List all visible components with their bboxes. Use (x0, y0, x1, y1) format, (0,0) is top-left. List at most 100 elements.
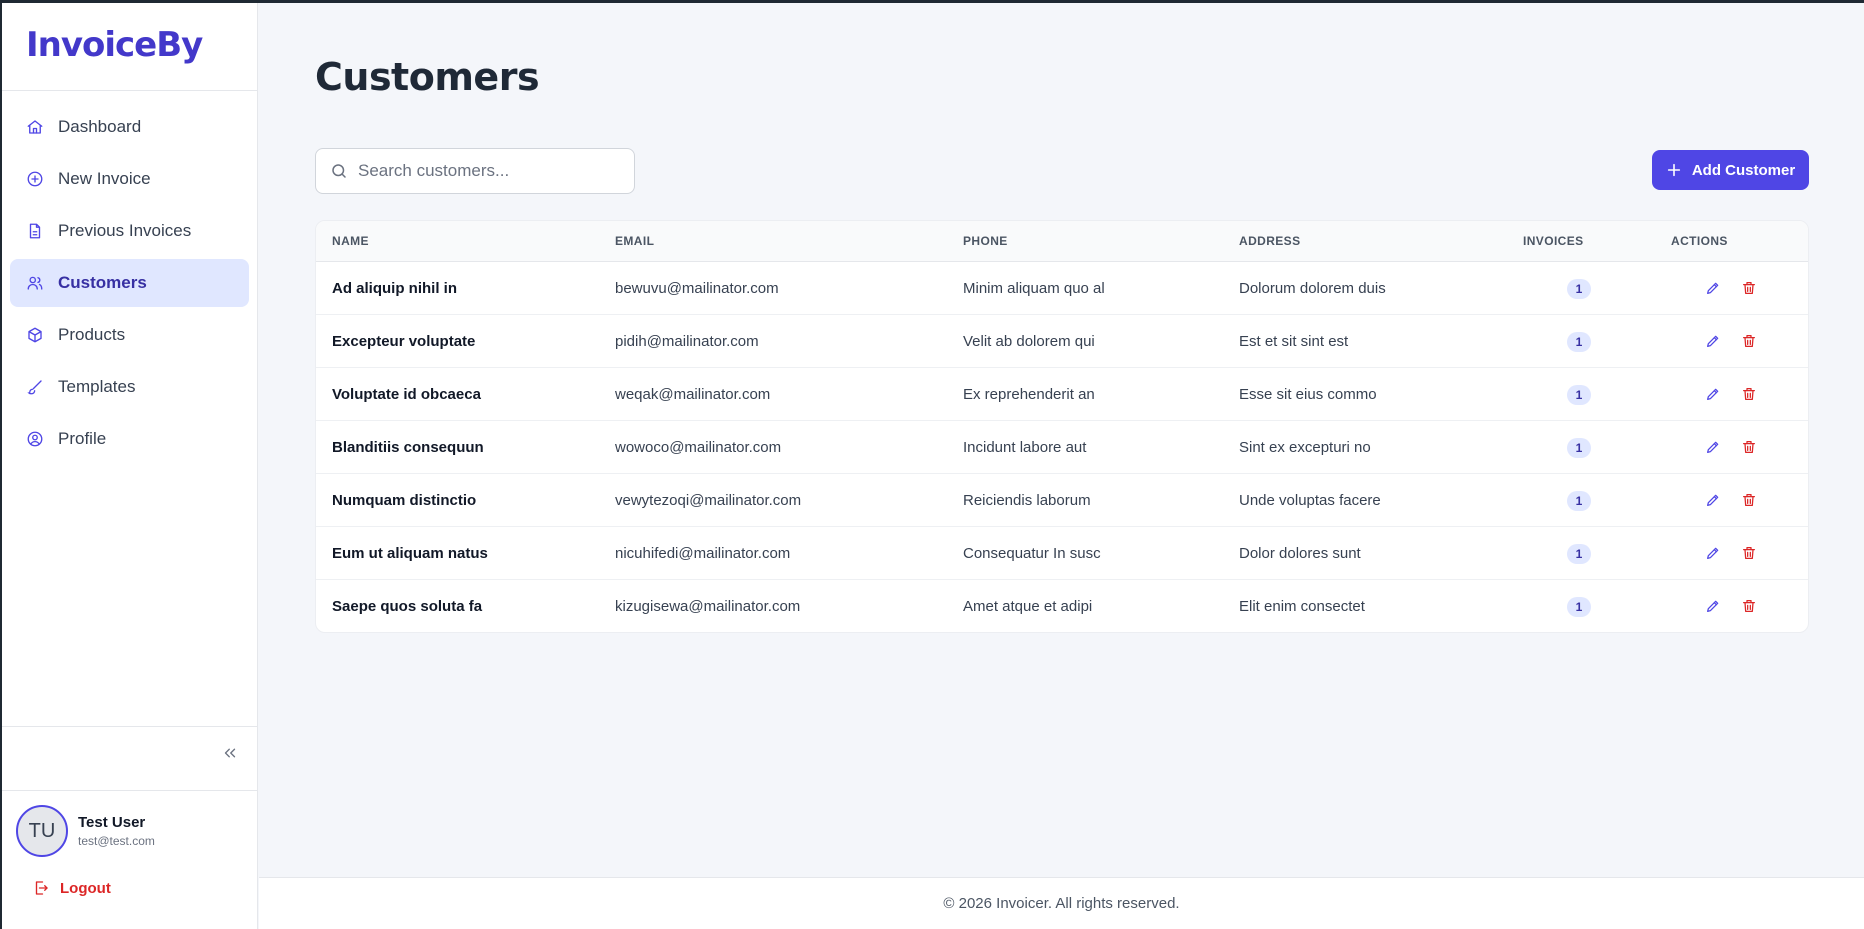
user-email: test@test.com (78, 834, 155, 848)
sidebar-item-templates[interactable]: Templates (10, 363, 249, 411)
brand-header: InvoiceBy (2, 3, 257, 91)
customer-email: vewytezoqi@mailinator.com (615, 492, 802, 509)
column-header-actions: ACTIONS (1671, 234, 1728, 248)
table-row[interactable]: Numquam distinctio vewytezoqi@mailinator.… (316, 474, 1808, 527)
invoice-count-badge: 1 (1567, 544, 1591, 564)
sidebar-item-customers[interactable]: Customers (10, 259, 249, 307)
pencil-icon (1705, 280, 1721, 296)
avatar: TU (16, 805, 68, 857)
trash-icon (1741, 333, 1757, 349)
trash-icon (1741, 280, 1757, 296)
customer-name: Eum ut aliquam natus (332, 545, 488, 562)
delete-button[interactable] (1739, 278, 1759, 298)
sidebar-item-new-invoice[interactable]: New Invoice (10, 155, 249, 203)
delete-button[interactable] (1739, 596, 1759, 616)
invoice-count-badge: 1 (1567, 597, 1591, 617)
main-content: Customers Add Customer NAME EMAIL PHONE … (259, 3, 1864, 877)
pencil-icon (1705, 333, 1721, 349)
sidebar-item-label: Previous Invoices (58, 221, 192, 240)
customer-email: kizugisewa@mailinator.com (615, 598, 801, 615)
customer-phone: Velit ab dolorem qui (963, 333, 1095, 350)
logout-icon (35, 881, 48, 895)
sidebar: InvoiceBy Dashboard New Invoice Previous… (2, 3, 258, 929)
customer-phone: Incidunt labore aut (963, 439, 1087, 456)
footer: © 2026 Invoicer. All rights reserved. (259, 877, 1864, 929)
customer-email: bewuvu@mailinator.com (615, 280, 779, 297)
column-header-name[interactable]: NAME (332, 234, 369, 248)
add-customer-button[interactable]: Add Customer (1652, 150, 1809, 190)
sidebar-item-previous-invoices[interactable]: Previous Invoices (10, 207, 249, 255)
customers-table: NAME EMAIL PHONE ADDRESS INVOICES ACTION… (315, 220, 1809, 633)
customer-address: Dolor dolores sunt (1239, 545, 1361, 562)
customer-email: weqak@mailinator.com (615, 386, 771, 403)
trash-icon (1741, 386, 1757, 402)
table-row[interactable]: Excepteur voluptate pidih@mailinator.com V… (316, 315, 1808, 368)
collapse-sidebar-button[interactable] (218, 741, 242, 765)
pencil-icon (1705, 439, 1721, 455)
customer-email: wowoco@mailinator.com (615, 439, 782, 456)
chevrons-left-icon (224, 748, 236, 758)
column-header-address[interactable]: ADDRESS (1239, 234, 1300, 248)
customer-phone: Reiciendis laborum (963, 492, 1091, 509)
customer-name: Numquam distinctio (332, 492, 477, 509)
sidebar-item-label: New Invoice (58, 169, 151, 188)
search-icon (332, 164, 346, 178)
sidebar-item-profile[interactable]: Profile (10, 415, 249, 463)
table-row[interactable]: Ad aliquip nihil in bewuvu@mailinator.com… (316, 262, 1808, 315)
customer-email: nicuhifedi@mailinator.com (615, 545, 791, 562)
customer-phone: Consequatur In susc (963, 545, 1101, 562)
edit-button[interactable] (1703, 490, 1723, 510)
sidebar-nav: Dashboard New Invoice Previous Invoices … (2, 91, 257, 463)
search-box[interactable] (315, 148, 635, 194)
edit-button[interactable] (1703, 596, 1723, 616)
footer-copyright: © 2026 Invoicer. All rights reserved. (943, 895, 1180, 912)
sidebar-item-dashboard[interactable]: Dashboard (10, 103, 249, 151)
delete-button[interactable] (1739, 543, 1759, 563)
brush-icon (26, 378, 44, 396)
plus-circle-icon (26, 170, 44, 188)
edit-button[interactable] (1703, 278, 1723, 298)
plus-icon (1667, 163, 1680, 177)
table-row[interactable]: Eum ut aliquam natus nicuhifedi@mailinato… (316, 527, 1808, 580)
table-row[interactable]: Blanditiis consequun wowoco@mailinator.co… (316, 421, 1808, 474)
customer-address: Est et sit sint est (1239, 333, 1349, 350)
delete-button[interactable] (1739, 384, 1759, 404)
table-row[interactable]: Voluptate id obcaeca weqak@mailinator.com… (316, 368, 1808, 421)
table-row[interactable]: Saepe quos soluta fa kizugisewa@mailinato… (316, 580, 1808, 632)
delete-button[interactable] (1739, 490, 1759, 510)
column-header-phone[interactable]: PHONE (963, 234, 1008, 248)
edit-button[interactable] (1703, 384, 1723, 404)
customer-address: Unde voluptas facere (1239, 492, 1381, 509)
customer-name: Ad aliquip nihil in (332, 280, 457, 297)
invoice-count-badge: 1 (1567, 438, 1591, 458)
user-profile-block[interactable]: TU Test User test@test.com (16, 805, 155, 857)
edit-button[interactable] (1703, 437, 1723, 457)
pencil-icon (1705, 386, 1721, 402)
table-body: Ad aliquip nihil in bewuvu@mailinator.com… (316, 262, 1808, 632)
pencil-icon (1705, 598, 1721, 614)
trash-icon (1741, 598, 1757, 614)
edit-button[interactable] (1703, 331, 1723, 351)
page-title: Customers (315, 55, 540, 99)
customer-name: Excepteur voluptate (332, 333, 476, 350)
sidebar-item-products[interactable]: Products (10, 311, 249, 359)
delete-button[interactable] (1739, 331, 1759, 351)
trash-icon (1741, 439, 1757, 455)
customer-email: pidih@mailinator.com (615, 333, 759, 350)
logout-button[interactable]: Logout (32, 879, 111, 897)
customer-name: Voluptate id obcaeca (332, 386, 481, 403)
column-header-email[interactable]: EMAIL (615, 234, 654, 248)
logout-label: Logout (60, 879, 111, 897)
customer-phone: Amet atque et adipi (963, 598, 1093, 615)
trash-icon (1741, 545, 1757, 561)
column-header-invoices[interactable]: INVOICES (1523, 234, 1584, 248)
pencil-icon (1705, 545, 1721, 561)
invoice-count-badge: 1 (1567, 491, 1591, 511)
delete-button[interactable] (1739, 437, 1759, 457)
add-customer-label: Add Customer (1691, 161, 1796, 179)
sidebar-item-label: Templates (58, 377, 136, 396)
brand-logo[interactable]: InvoiceBy (26, 25, 203, 65)
users-icon (26, 274, 44, 292)
search-input[interactable] (358, 161, 618, 181)
edit-button[interactable] (1703, 543, 1723, 563)
